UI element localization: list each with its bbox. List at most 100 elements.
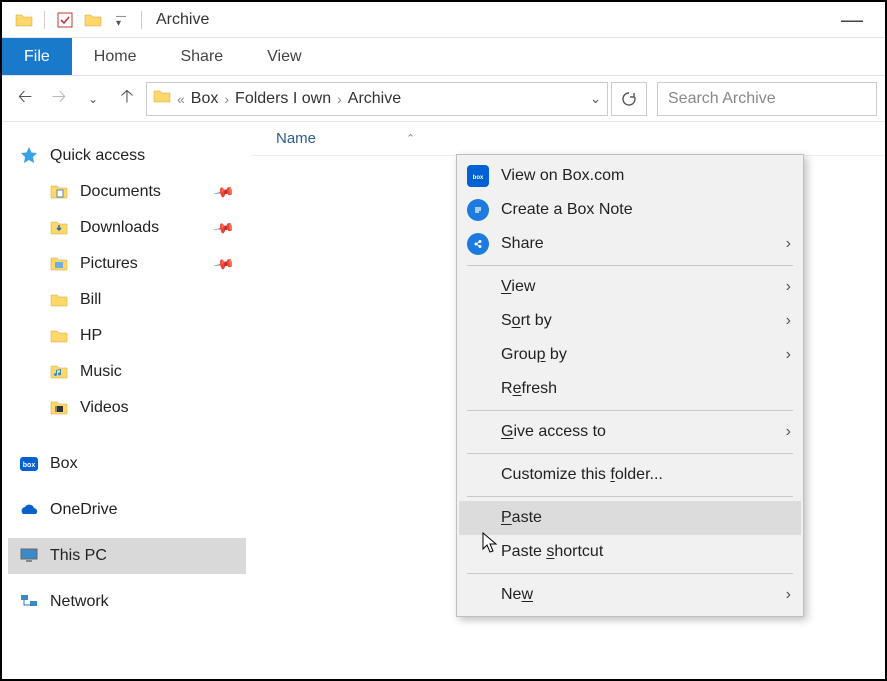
sidebar-item-label: Documents: [80, 183, 161, 201]
forward-button[interactable]: 🡢: [44, 84, 74, 114]
sidebar-item-hp[interactable]: HP: [8, 318, 246, 354]
ctx-label: Paste shortcut: [501, 543, 603, 561]
sidebar-item-label: Network: [50, 593, 109, 611]
breadcrumb-box[interactable]: Box: [191, 90, 219, 108]
qat-dropdown-icon[interactable]: —▾: [111, 10, 131, 30]
svg-text:box: box: [473, 175, 484, 181]
box-icon: box: [467, 165, 489, 187]
qat-properties-icon[interactable]: [55, 10, 75, 30]
ctx-label: View on Box.com: [501, 167, 624, 185]
ctx-refresh[interactable]: Refresh: [459, 372, 801, 406]
pin-icon: 📌: [211, 180, 235, 204]
this-pc-icon: [18, 545, 40, 567]
ctx-label: Give access to: [501, 423, 606, 441]
context-menu: box View on Box.com Create a Box Note Sh…: [456, 154, 804, 617]
breadcrumb-archive[interactable]: Archive: [348, 90, 401, 108]
sidebar-item-label: This PC: [50, 547, 107, 565]
window-title: Archive: [156, 11, 209, 29]
sidebar-item-label: Bill: [80, 291, 101, 309]
up-button[interactable]: 🡡: [112, 84, 142, 114]
videos-icon: [48, 397, 70, 419]
pictures-icon: [48, 253, 70, 275]
downloads-icon: [48, 217, 70, 239]
spacer: [467, 276, 489, 298]
sidebar-item-label: Music: [80, 363, 122, 381]
chevron-right-icon[interactable]: ›: [337, 91, 342, 107]
menu-separator: [467, 496, 793, 497]
sidebar-item-videos[interactable]: Videos: [8, 390, 246, 426]
ctx-label: Create a Box Note: [501, 201, 633, 219]
star-icon: [18, 145, 40, 167]
ctx-create-box-note[interactable]: Create a Box Note: [459, 193, 801, 227]
sidebar-item-label: Videos: [80, 399, 129, 417]
submenu-arrow-icon: ›: [786, 346, 791, 364]
ctx-label: Customize this folder...: [501, 466, 663, 484]
ctx-label: Share: [501, 235, 544, 253]
column-header-name[interactable]: Name ⌃: [252, 122, 885, 156]
breadcrumb-folders-i-own[interactable]: Folders I own: [235, 90, 331, 108]
ctx-paste[interactable]: Paste: [459, 501, 801, 535]
submenu-arrow-icon: ›: [786, 278, 791, 296]
ctx-group-by[interactable]: Group by ›: [459, 338, 801, 372]
box-icon: box: [18, 453, 40, 475]
ctx-share[interactable]: Share ›: [459, 227, 801, 261]
recent-locations-button[interactable]: ⌄: [78, 84, 108, 114]
pin-icon: 📌: [211, 252, 235, 276]
share-icon: [467, 233, 489, 255]
titlebar: —▾ Archive —: [2, 2, 885, 38]
refresh-button[interactable]: [611, 82, 647, 116]
ctx-view[interactable]: View ›: [459, 270, 801, 304]
sidebar-item-music[interactable]: Music: [8, 354, 246, 390]
submenu-arrow-icon: ›: [786, 586, 791, 604]
minimize-button[interactable]: —: [827, 7, 877, 33]
sidebar-item-box[interactable]: box Box: [8, 446, 246, 482]
sidebar-item-label: HP: [80, 327, 102, 345]
sidebar-item-documents[interactable]: Documents 📌: [8, 174, 246, 210]
folder-icon: [48, 325, 70, 347]
menu-separator: [467, 573, 793, 574]
ctx-new[interactable]: New ›: [459, 578, 801, 612]
ctx-view-on-box[interactable]: box View on Box.com: [459, 159, 801, 193]
spacer: [467, 421, 489, 443]
sidebar-item-downloads[interactable]: Downloads 📌: [8, 210, 246, 246]
divider: [141, 11, 142, 29]
ctx-paste-shortcut[interactable]: Paste shortcut: [459, 535, 801, 569]
breadcrumb-prefix: «: [177, 91, 185, 107]
tab-home[interactable]: Home: [72, 38, 159, 75]
search-input[interactable]: Search Archive: [657, 82, 877, 116]
spacer: [467, 541, 489, 563]
documents-icon: [48, 181, 70, 203]
sidebar-item-label: Box: [50, 455, 78, 473]
sidebar-item-onedrive[interactable]: OneDrive: [8, 492, 246, 528]
sidebar-item-bill[interactable]: Bill: [8, 282, 246, 318]
sidebar-item-quick-access[interactable]: Quick access: [8, 138, 246, 174]
back-button[interactable]: 🡠: [10, 84, 40, 114]
tab-share[interactable]: Share: [158, 38, 245, 75]
folder-icon: [14, 10, 34, 30]
sidebar-item-label: Downloads: [80, 219, 159, 237]
sidebar-item-pictures[interactable]: Pictures 📌: [8, 246, 246, 282]
ctx-label: Paste: [501, 509, 542, 527]
onedrive-icon: [18, 499, 40, 521]
ctx-customize-folder[interactable]: Customize this folder...: [459, 458, 801, 492]
qat-folder-icon[interactable]: [83, 10, 103, 30]
submenu-arrow-icon: ›: [786, 423, 791, 441]
menu-separator: [467, 410, 793, 411]
spacer: [467, 464, 489, 486]
submenu-arrow-icon: ›: [786, 312, 791, 330]
svg-text:box: box: [23, 462, 36, 469]
tab-view[interactable]: View: [245, 38, 323, 75]
spacer: [467, 344, 489, 366]
chevron-right-icon[interactable]: ›: [224, 91, 229, 107]
ctx-label: Refresh: [501, 380, 557, 398]
menu-separator: [467, 265, 793, 266]
ctx-label: Group by: [501, 346, 567, 364]
ctx-sort-by[interactable]: Sort by ›: [459, 304, 801, 338]
ctx-give-access-to[interactable]: Give access to ›: [459, 415, 801, 449]
tab-file[interactable]: File: [2, 38, 72, 75]
pin-icon: 📌: [211, 216, 235, 240]
address-dropdown-icon[interactable]: ⌄: [590, 91, 601, 107]
sidebar-item-this-pc[interactable]: This PC: [8, 538, 246, 574]
address-bar[interactable]: « Box › Folders I own › Archive ⌄: [146, 82, 608, 116]
sidebar-item-network[interactable]: Network: [8, 584, 246, 620]
